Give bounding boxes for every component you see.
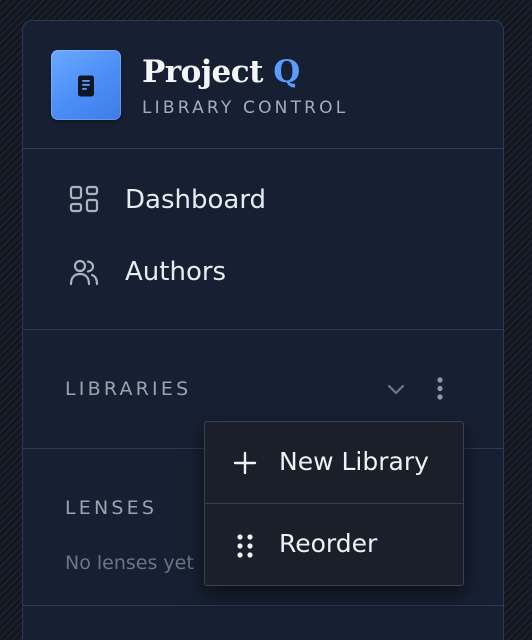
libraries-context-menu: New Library Reorder [204,421,464,586]
nav-item-label: Dashboard [125,185,267,215]
menu-item-reorder[interactable]: Reorder [205,504,463,585]
brand-header: Project Q LIBRARY CONTROL [23,21,503,149]
dashboard-grid-icon [69,185,99,213]
app-title-accent: Q [273,54,300,90]
app-title-main: Project [142,54,263,90]
main-nav: Dashboard Authors [23,149,503,330]
menu-item-new-library[interactable]: New Library [205,422,463,504]
app-title: Project Q [142,52,300,92]
logo[interactable] [51,50,121,120]
book-icon [78,75,94,97]
kebab-menu-icon[interactable] [432,376,448,402]
chevron-down-icon[interactable] [383,379,409,399]
lenses-heading: LENSES [65,497,158,519]
nav-item-label: Authors [125,257,227,287]
libraries-heading: LIBRARIES [65,378,192,400]
users-icon [69,259,99,286]
menu-item-label: Reorder [279,529,378,558]
nav-item-authors[interactable]: Authors [23,243,503,299]
plus-icon [233,451,257,475]
nav-item-dashboard[interactable]: Dashboard [23,171,503,227]
app-subtitle: LIBRARY CONTROL [142,98,349,118]
lenses-empty-message: No lenses yet [65,552,194,574]
menu-item-label: New Library [279,447,429,476]
drag-handle-icon [237,534,253,558]
